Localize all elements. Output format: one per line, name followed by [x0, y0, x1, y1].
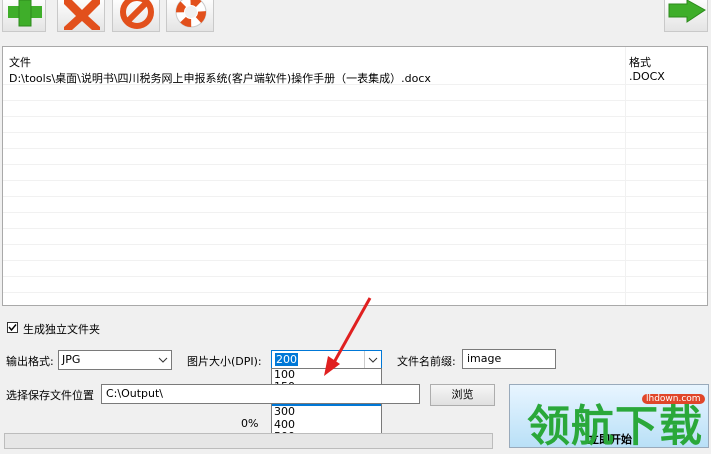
column-file[interactable]: 文件 [9, 54, 31, 70]
table-row [3, 85, 707, 101]
table-row [3, 245, 707, 261]
table-row [3, 133, 707, 149]
table-row [3, 229, 707, 245]
next-button[interactable] [664, 0, 708, 32]
output-format-select[interactable]: JPG [58, 350, 172, 370]
output-format-label: 输出格式: [6, 355, 54, 368]
table-row [3, 101, 707, 117]
table-row [3, 149, 707, 165]
table-row [3, 197, 707, 213]
file-format: .DOCX [629, 70, 665, 83]
column-format[interactable]: 格式 [629, 54, 651, 70]
remove-button[interactable] [57, 0, 105, 32]
separate-folder-checkbox[interactable] [7, 322, 18, 333]
x-icon [64, 0, 100, 30]
checkmark-icon [8, 324, 17, 332]
arrow-right-icon [668, 0, 706, 23]
table-row [3, 117, 707, 133]
table-row[interactable]: D:\tools\桌面\说明书\四川税务网上申报系统(客户端软件)操作手册（一表… [3, 69, 707, 85]
file-list-header: 文件 格式 [3, 47, 707, 69]
progress-bar [4, 433, 493, 449]
table-row [3, 165, 707, 181]
add-button[interactable] [2, 0, 46, 32]
output-format-value: JPG [62, 353, 81, 366]
prefix-label: 文件名前缀: [397, 355, 456, 368]
dpi-value: 200 [275, 353, 298, 366]
watermark: 领航下载 lhdown.com [527, 390, 711, 452]
watermark-site: lhdown.com [642, 394, 705, 404]
chevron-down-icon [158, 357, 168, 363]
progress-text: 0% [241, 417, 259, 430]
dpi-label: 图片大小(DPI): [187, 355, 262, 368]
save-location-input[interactable]: C:\Output\ [101, 384, 420, 404]
prefix-input[interactable]: image [462, 349, 556, 369]
clear-button[interactable] [112, 0, 160, 32]
save-location-label: 选择保存文件位置 [6, 389, 94, 402]
dpi-option[interactable]: 300 [272, 405, 381, 418]
table-row [3, 181, 707, 197]
no-entry-icon [120, 0, 154, 29]
separate-folder-label: 生成独立文件夹 [23, 323, 100, 336]
table-row [3, 213, 707, 229]
annotation-arrow-icon [324, 297, 372, 376]
browse-button[interactable]: 浏览 [430, 384, 495, 406]
table-row [3, 261, 707, 277]
file-list[interactable]: 文件 格式 D:\tools\桌面\说明书\四川税务网上申报系统(客户端软件)操… [2, 46, 708, 306]
file-path: D:\tools\桌面\说明书\四川税务网上申报系统(客户端软件)操作手册（一表… [9, 72, 431, 85]
plus-icon [8, 0, 42, 27]
help-button[interactable] [166, 0, 214, 32]
lifebuoy-icon [175, 0, 207, 28]
